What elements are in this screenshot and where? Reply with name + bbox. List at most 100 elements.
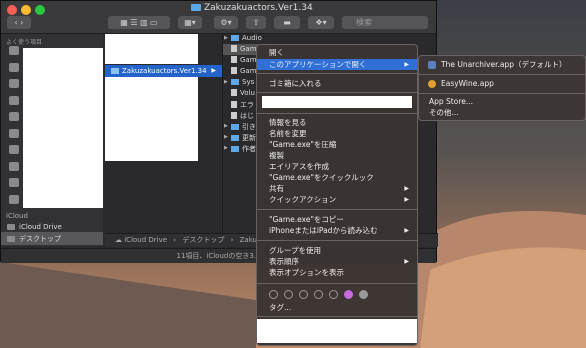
menu-item-label: The Unarchiver.app（デフォルト） [441, 60, 567, 69]
sidebar-item-desktop[interactable]: デスクトップ [7, 234, 61, 244]
tag-color-5[interactable] [329, 290, 338, 299]
list-item-label: Sys [242, 78, 255, 86]
menu-item-quick-look[interactable]: "Game.exe"をクイックルック [257, 172, 417, 183]
menu-item-compress[interactable]: "Game.exe"を圧縮 [257, 139, 417, 150]
menu-item-tags[interactable]: タグ... [257, 302, 417, 313]
menu-item-other[interactable]: その他... [419, 107, 585, 119]
zoom-window-button[interactable] [35, 5, 45, 15]
list-item[interactable]: Volu [231, 89, 255, 97]
menu-item-make-alias[interactable]: エイリアスを作成 [257, 161, 417, 172]
disclosure-triangle-icon[interactable]: ▶ [224, 134, 228, 140]
menu-item-get-info[interactable]: 情報を見る [257, 117, 417, 128]
column-item-selected[interactable]: Zakuzakuactors.Ver1.34 ▶ [105, 65, 222, 77]
menu-item-label: グループを使用 [269, 246, 322, 255]
sidebar-item-icloud-drive[interactable]: iCloud Drive [7, 223, 62, 231]
sidebar-item-label: デスクトップ [19, 235, 61, 243]
menu-item-label: "Game.exe"を圧縮 [269, 140, 337, 149]
view-mode-buttons[interactable]: ▦ ☰ ▥ ▭ [108, 16, 170, 29]
back-forward-buttons[interactable]: ‹ › [7, 16, 31, 29]
list-item[interactable]: エラ [231, 100, 254, 110]
list-item-label: 引き [242, 123, 256, 131]
chevron-right-icon: ▶ [404, 61, 409, 68]
file-icon [231, 45, 237, 52]
menu-item-easywine[interactable]: EasyWine.app [419, 78, 585, 90]
share-button[interactable]: ⇪ [246, 16, 266, 29]
disclosure-triangle-icon[interactable]: ▶ [224, 35, 228, 41]
menu-item-label: "Game.exe"をコピー [269, 215, 344, 224]
folder-icon[interactable] [9, 178, 19, 187]
menu-item-label: "Game.exe"をクイックルック [269, 173, 374, 182]
group-button[interactable]: ▦▾ [178, 16, 202, 29]
search-field[interactable]: 検索 [342, 16, 428, 29]
minimize-window-button[interactable] [21, 5, 31, 15]
downloads-icon[interactable] [9, 145, 19, 154]
folder-icon[interactable] [9, 161, 19, 171]
dropbox-icon[interactable] [9, 194, 19, 204]
disclosure-triangle-icon[interactable]: ▶ [224, 79, 228, 85]
open-with-submenu: The Unarchiver.app（デフォルト） EasyWine.app A… [418, 55, 586, 121]
menu-item-the-unarchiver[interactable]: The Unarchiver.app（デフォルト） [419, 59, 585, 71]
list-item[interactable]: Audio [231, 34, 262, 42]
menu-separator [257, 209, 417, 210]
dropbox-icon: ❖▾ [315, 18, 327, 27]
path-segment-icloud[interactable]: ☁ iCloud Drive [115, 236, 167, 244]
list-item[interactable]: 作者 [231, 144, 256, 154]
menu-item-rename[interactable]: 名前を変更 [257, 128, 417, 139]
tag-color-3[interactable] [299, 290, 308, 299]
tag-color-gray[interactable] [359, 290, 368, 299]
action-button[interactable]: ⚙▾ [214, 16, 238, 29]
menu-item-copy[interactable]: "Game.exe"をコピー [257, 214, 417, 225]
disclosure-triangle-icon[interactable]: ▶ [224, 145, 228, 151]
close-window-button[interactable] [7, 5, 17, 15]
menu-item-move-to-trash[interactable]: ゴミ箱に入れる [257, 78, 417, 89]
tag-color-purple[interactable] [344, 290, 353, 299]
tag-color-1[interactable] [269, 290, 278, 299]
menu-item-import-from-iphone[interactable]: iPhoneまたはiPadから読み込む ▶ [257, 225, 417, 236]
redacted-area [105, 77, 198, 161]
disclosure-triangle-icon[interactable]: ▶ [224, 123, 228, 129]
tag-button[interactable]: ▬ [274, 16, 300, 29]
tag-color-4[interactable] [314, 290, 323, 299]
menu-item-sort-by[interactable]: 表示順序 ▶ [257, 256, 417, 267]
path-segment-desktop[interactable]: デスクトップ [182, 236, 224, 244]
sidebar-item-label: iCloud Drive [19, 223, 62, 231]
list-item[interactable]: Gam [231, 67, 257, 75]
browser-column-1: Zakuzakuactors.Ver1.34 ▶ [105, 34, 223, 246]
recents-icon[interactable] [9, 79, 19, 88]
menu-item-open-with[interactable]: このアプリケーションで開く ▶ [257, 59, 417, 70]
dropbox-button[interactable]: ❖▾ [308, 16, 334, 29]
airdrop-icon[interactable] [9, 46, 19, 55]
menu-item-label: 表示オプションを表示 [269, 268, 344, 277]
list-item[interactable]: Gam [231, 56, 257, 64]
menu-item-label: このアプリケーションで開く [269, 60, 367, 69]
list-item[interactable]: Gam [231, 45, 257, 53]
search-placeholder: 検索 [356, 18, 372, 27]
documents-icon[interactable] [9, 128, 19, 138]
applications-icon[interactable] [9, 95, 19, 105]
menu-item-duplicate[interactable]: 複製 [257, 150, 417, 161]
list-item[interactable]: はじ [231, 111, 254, 121]
column-item-label: Zakuzakuactors.Ver1.34 [122, 67, 207, 75]
window-title: Zakuzakuactors.Ver1.34 [191, 3, 313, 13]
folder-icon [231, 146, 239, 152]
menu-separator [257, 316, 417, 317]
redacted-area [257, 319, 417, 343]
menu-item-quick-actions[interactable]: クイックアクション ▶ [257, 194, 417, 205]
menu-item-show-view-options[interactable]: 表示オプションを表示 [257, 267, 417, 278]
home-icon[interactable] [9, 62, 19, 72]
list-item[interactable]: Sys [231, 78, 254, 86]
menu-separator [257, 113, 417, 114]
folder-icon[interactable] [9, 112, 19, 121]
tag-color-2[interactable] [284, 290, 293, 299]
chevron-right-icon: › [230, 236, 234, 244]
list-item-label: エラ [240, 101, 254, 109]
list-item[interactable]: 更新 [231, 133, 256, 143]
list-item-label: 作者 [242, 145, 256, 153]
menu-item-open[interactable]: 開く [257, 47, 417, 58]
menu-item-share[interactable]: 共有 ▶ [257, 183, 417, 194]
path-segment-label: iCloud Drive [124, 236, 168, 244]
list-item[interactable]: 引き [231, 122, 256, 132]
folder-icon [231, 135, 239, 141]
menu-item-use-groups[interactable]: グループを使用 [257, 245, 417, 256]
sidebar: よく使う項目 iCloud iCloud Drive デスクトップ [1, 34, 103, 246]
